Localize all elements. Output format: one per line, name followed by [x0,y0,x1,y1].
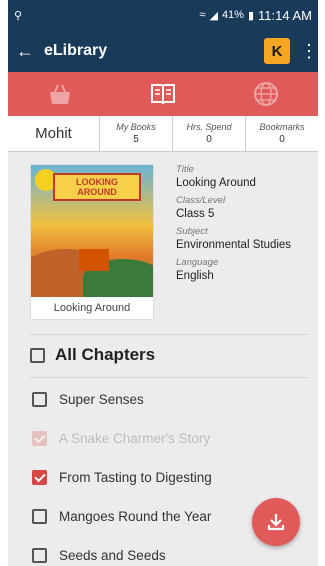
page-title: eLibrary [44,42,108,59]
book-open-icon [150,84,175,105]
chapter-item-snake-charmer[interactable]: A Snake Charmer's Story [8,419,318,458]
divider [30,377,308,378]
tab-bar [8,72,318,116]
app-bar: ← eLibrary K ⋮ [8,30,318,72]
book-meta: Title Looking Around Class/Level Class 5… [176,164,291,320]
clock: 11:14 AM [258,7,312,23]
meta-value-class: Class 5 [176,208,215,220]
download-button[interactable] [252,498,300,546]
cover-caption: Looking Around [53,302,131,314]
stat-value: 0 [279,134,285,145]
chapter-label: Seeds and Seeds [59,548,166,563]
app-logo: K [264,38,290,64]
user-name: Mohit [8,116,100,151]
wifi-icon: ≈ [199,9,206,21]
meta-label-language: Language [176,257,219,268]
house-shape [79,249,109,271]
chapter-checkbox[interactable] [32,548,47,563]
basket-icon [49,84,70,104]
tab-online[interactable] [215,72,318,116]
location-icon: ⚲ [14,9,23,22]
meta-value-title: Looking Around [176,177,256,189]
stat-hours-spent: Hrs. Spend 0 [173,116,246,151]
chapter-checkbox[interactable] [32,431,47,446]
stats-bar: Mohit My Books 5 Hrs. Spend 0 Bookmarks … [8,116,318,152]
stat-my-books: My Books 5 [100,116,173,151]
meta-value-language: English [176,270,214,282]
chapter-label: Super Senses [59,392,144,407]
meta-label-subject: Subject [176,226,208,237]
chapter-checkbox[interactable] [32,470,47,485]
more-menu-icon[interactable]: ⋮ [300,41,318,62]
globe-icon [254,82,279,106]
chapter-item-super-senses[interactable]: Super Senses [8,380,318,419]
book-info: LOOKING AROUND Looking Around Title Look… [8,152,318,320]
chapter-checkbox[interactable] [32,509,47,524]
book-cover[interactable]: LOOKING AROUND Looking Around [30,164,154,320]
stat-label: My Books [116,122,156,132]
signal-icon: ◢ [209,9,218,22]
battery-icon: ▮ [247,9,255,22]
meta-value-subject: Environmental Studies [176,239,292,251]
stat-label: Bookmarks [259,122,305,132]
tab-bookshelf[interactable] [8,72,111,116]
battery-level: 41% [221,9,244,21]
stat-label: Hrs. Spend [186,122,232,132]
back-arrow-icon[interactable]: ← [16,41,44,62]
all-chapters-row[interactable]: All Chapters [8,335,318,365]
meta-label-title: Title [176,164,194,175]
chapter-item-tasting-digesting[interactable]: From Tasting to Digesting [8,458,318,497]
tab-reader[interactable] [111,72,214,116]
chapter-label: From Tasting to Digesting [59,470,212,485]
all-chapters-checkbox[interactable] [30,347,45,363]
status-bar: ⚲ ≈ ◢ 41% ▮ 11:14 AM [8,0,318,30]
chapter-label: A Snake Charmer's Story [59,431,211,446]
stat-value: 5 [133,134,139,145]
cover-title: LOOKING AROUND [53,173,141,201]
download-icon [267,514,285,531]
stat-value: 0 [206,134,212,145]
meta-label-class: Class/Level [176,195,226,206]
cover-illustration: LOOKING AROUND [31,165,153,297]
app-screen: ⚲ ≈ ◢ 41% ▮ 11:14 AM ← eLibrary K ⋮ Mohi… [8,0,318,566]
stat-bookmarks: Bookmarks 0 [246,116,318,151]
chapter-label: Mangoes Round the Year [59,509,212,524]
chapter-checkbox[interactable] [32,392,47,407]
all-chapters-label: All Chapters [55,345,156,364]
